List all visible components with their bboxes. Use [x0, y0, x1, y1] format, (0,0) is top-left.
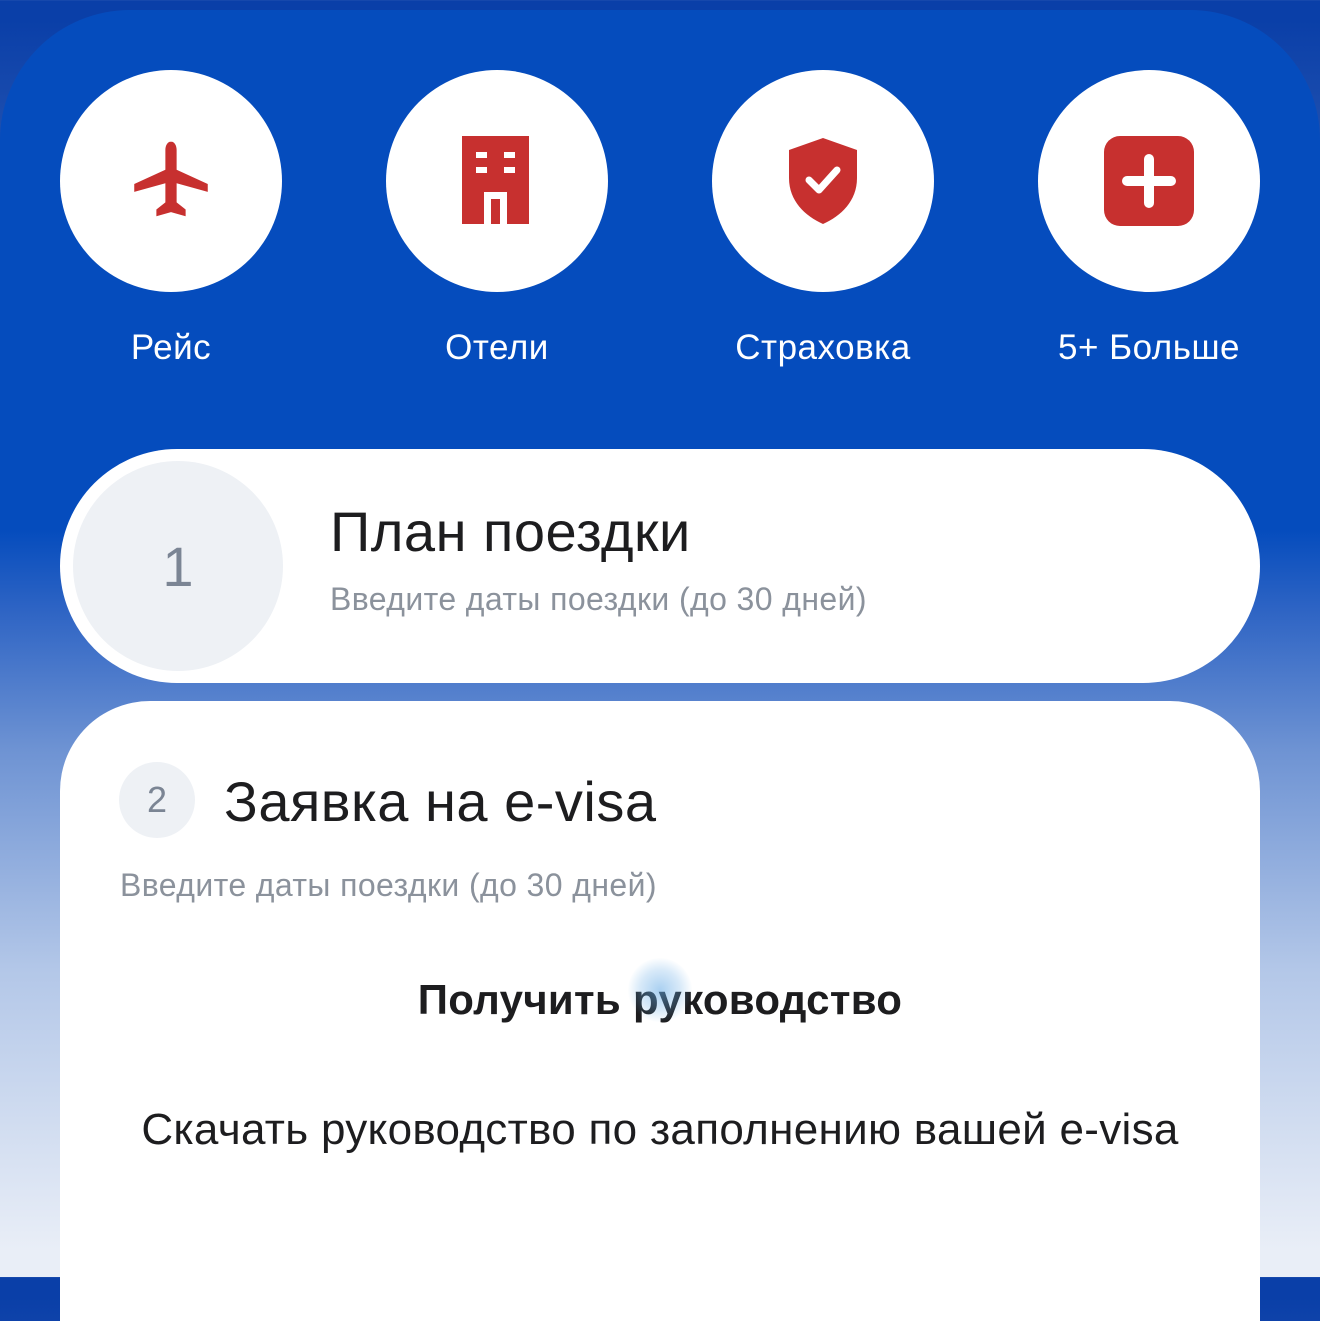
- step-number-badge: 2: [119, 762, 195, 838]
- shield-check-icon: [789, 138, 857, 224]
- trip-plan-card[interactable]: 1 План поездки Введите даты поездки (до …: [60, 449, 1260, 683]
- flight-label: Рейс: [130, 328, 212, 367]
- hotels-icon-circle: [386, 70, 608, 292]
- touch-indicator: [628, 958, 692, 1022]
- more-button[interactable]: 5+ Больше: [1038, 70, 1260, 368]
- flight-button[interactable]: Рейс: [60, 70, 282, 368]
- hotel-building-icon: [462, 136, 529, 224]
- flight-icon-circle: [60, 70, 282, 292]
- hotels-label: Отели: [445, 328, 549, 367]
- plus-square-icon: [1104, 136, 1194, 226]
- trip-plan-title: План поездки: [330, 500, 691, 563]
- airplane-icon: [134, 141, 208, 217]
- guide-description: Скачать руководство по заполнению вашей …: [141, 1105, 1179, 1154]
- evisa-title: Заявка на e-visa: [224, 770, 657, 833]
- step-number-badge: 1: [73, 461, 283, 671]
- evisa-subtitle: Введите даты поездки (до 30 дней): [120, 867, 657, 903]
- trip-plan-subtitle: Введите даты поездки (до 30 дней): [330, 581, 867, 617]
- insurance-label: Страховка: [735, 328, 911, 367]
- hotels-button[interactable]: Отели: [386, 70, 608, 368]
- insurance-icon-circle: [712, 70, 934, 292]
- more-label: 5+ Больше: [1058, 328, 1240, 367]
- more-icon-circle: [1038, 70, 1260, 292]
- insurance-button[interactable]: Страховка: [712, 70, 934, 368]
